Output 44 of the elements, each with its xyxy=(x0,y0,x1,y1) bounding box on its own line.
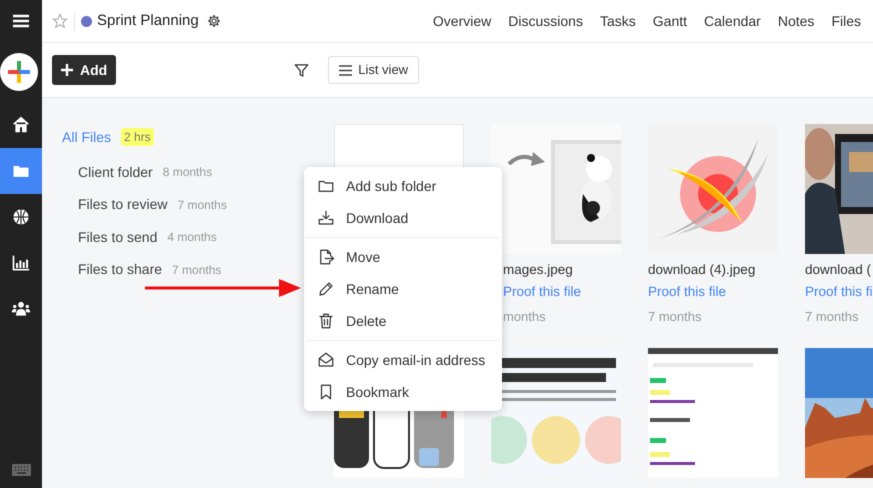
time-label: 7 months xyxy=(648,308,702,326)
list-view-button[interactable]: List view xyxy=(328,56,420,84)
project-title: Sprint Planning xyxy=(97,10,199,31)
menu-icon[interactable] xyxy=(13,14,29,28)
menu-item[interactable]: Add sub folder xyxy=(304,170,502,202)
add-button[interactable]: Add xyxy=(52,55,116,85)
star-icon[interactable] xyxy=(52,13,68,29)
time-label: 7 months xyxy=(805,308,860,326)
nav-link[interactable]: Gantt xyxy=(652,10,688,32)
nav-link[interactable]: Overview xyxy=(432,10,492,32)
time-label: 7 months xyxy=(177,196,227,214)
menu-item[interactable]: Copy email-in address xyxy=(304,344,502,376)
file-export-icon xyxy=(317,248,335,266)
time-label: months xyxy=(502,308,547,326)
file-name[interactable]: download (4).jpeg xyxy=(648,260,778,280)
time-label: 7 months xyxy=(172,262,222,279)
settings-icon[interactable] xyxy=(206,14,221,28)
menu-item[interactable]: Bookmark xyxy=(304,376,502,408)
time-label: 8 months xyxy=(162,164,212,182)
nav-link[interactable]: Discussions xyxy=(508,10,583,32)
folder-item[interactable]: All Files 2 hrs xyxy=(62,122,334,152)
plus-icon xyxy=(61,64,73,76)
home-icon xyxy=(11,115,31,135)
download-icon xyxy=(317,209,335,227)
envelope-icon xyxy=(317,351,335,369)
keyboard-icon[interactable] xyxy=(12,464,30,476)
file-name[interactable]: download ( xyxy=(805,260,873,280)
bar-chart-icon xyxy=(11,253,31,273)
nav-link[interactable]: Notes xyxy=(778,10,814,32)
time-badge: 2 hrs xyxy=(121,128,154,146)
plus-icon xyxy=(8,61,30,83)
nav-link[interactable]: Files xyxy=(831,10,861,32)
filter-icon[interactable] xyxy=(294,62,310,78)
nav-link[interactable]: Tasks xyxy=(600,10,636,32)
trash-icon xyxy=(317,312,335,330)
pencil-icon xyxy=(317,280,335,298)
menu-item[interactable]: Download xyxy=(304,202,502,234)
nav-link[interactable]: Calendar xyxy=(704,10,761,32)
list-icon xyxy=(339,64,352,76)
menu-item[interactable]: Delete xyxy=(304,305,502,337)
menu-item[interactable]: Move xyxy=(304,241,502,273)
create-button[interactable] xyxy=(0,53,38,91)
menu-item[interactable]: Rename xyxy=(304,273,502,305)
time-label: 4 months xyxy=(167,229,217,246)
